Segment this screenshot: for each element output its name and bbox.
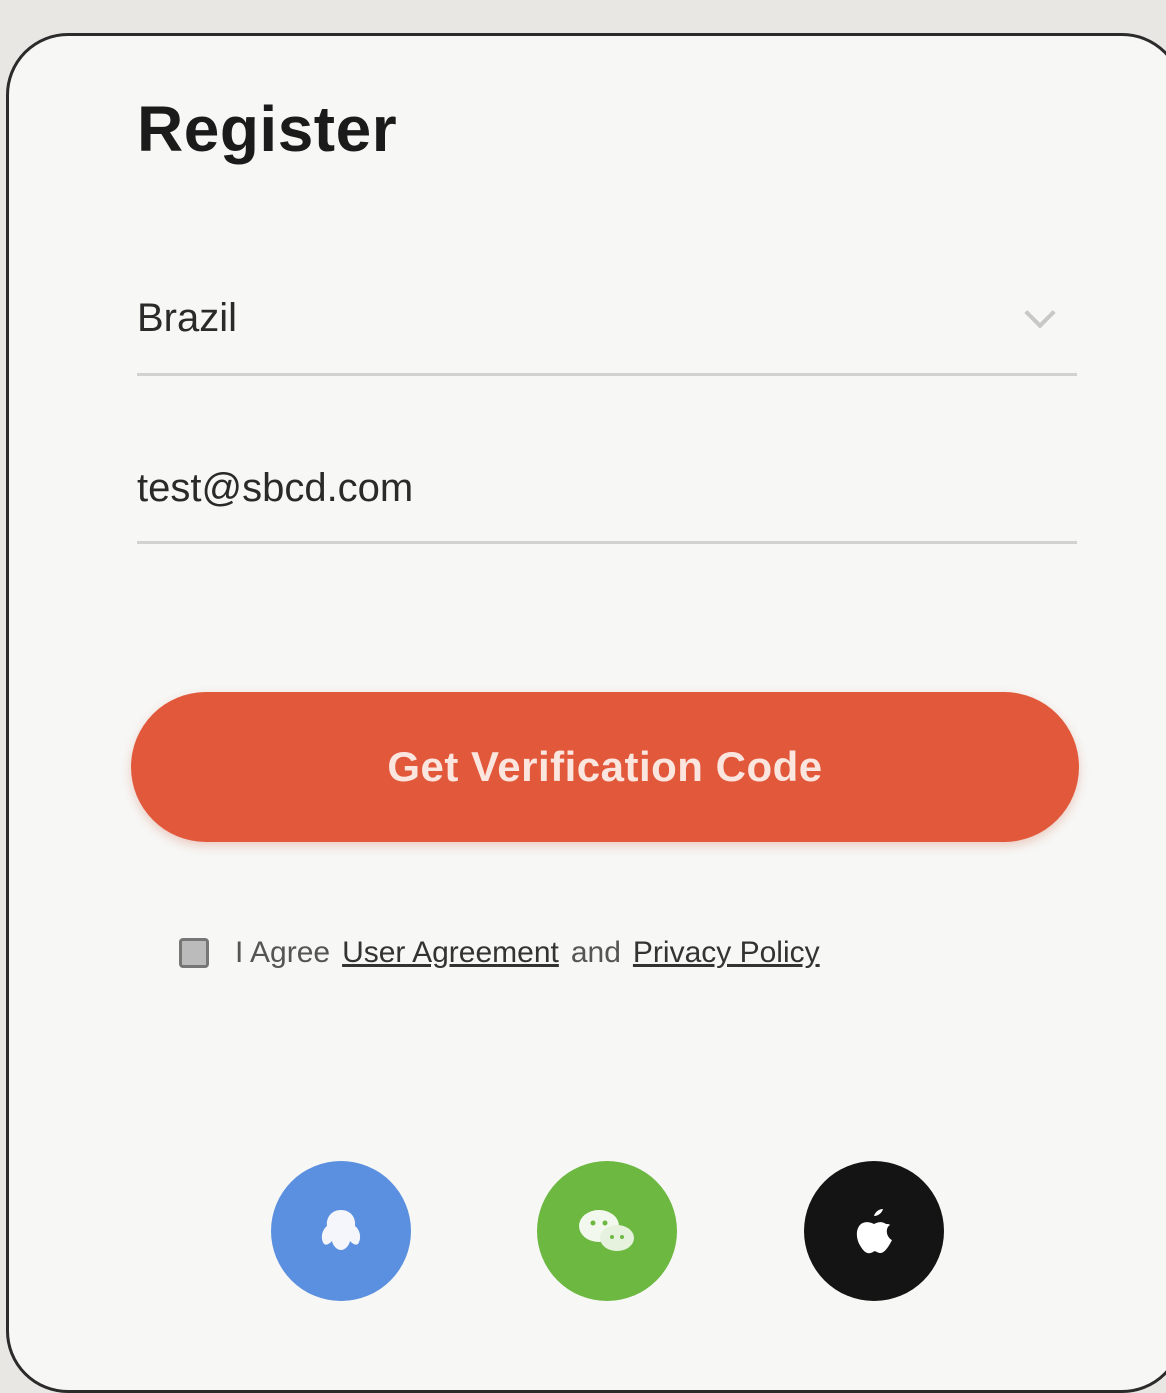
page-title: Register	[137, 93, 398, 165]
get-verification-code-button[interactable]: Get Verification Code	[131, 692, 1079, 842]
agree-prefix: I Agree	[235, 936, 331, 969]
register-card: Register Brazil Get Verification Code I …	[6, 33, 1166, 1393]
google-login-button[interactable]	[271, 1161, 411, 1301]
email-field[interactable]	[137, 444, 1077, 544]
apple-icon	[856, 1209, 892, 1254]
user-agreement-link[interactable]: User Agreement	[342, 936, 559, 970]
agree-conjunction: and	[570, 936, 621, 969]
email-input[interactable]	[137, 458, 1077, 518]
country-select[interactable]: Brazil	[137, 276, 1077, 376]
chevron-down-icon	[1024, 297, 1056, 329]
apple-login-button[interactable]	[804, 1161, 944, 1301]
google-icon	[321, 1210, 361, 1250]
agreement-row: I Agree User Agreement and Privacy Polic…	[179, 936, 832, 970]
country-value: Brazil	[137, 296, 238, 340]
agree-checkbox[interactable]	[179, 938, 209, 968]
wechat-login-button[interactable]	[537, 1161, 677, 1301]
wechat-icon	[579, 1210, 634, 1251]
privacy-policy-link[interactable]: Privacy Policy	[633, 936, 820, 970]
